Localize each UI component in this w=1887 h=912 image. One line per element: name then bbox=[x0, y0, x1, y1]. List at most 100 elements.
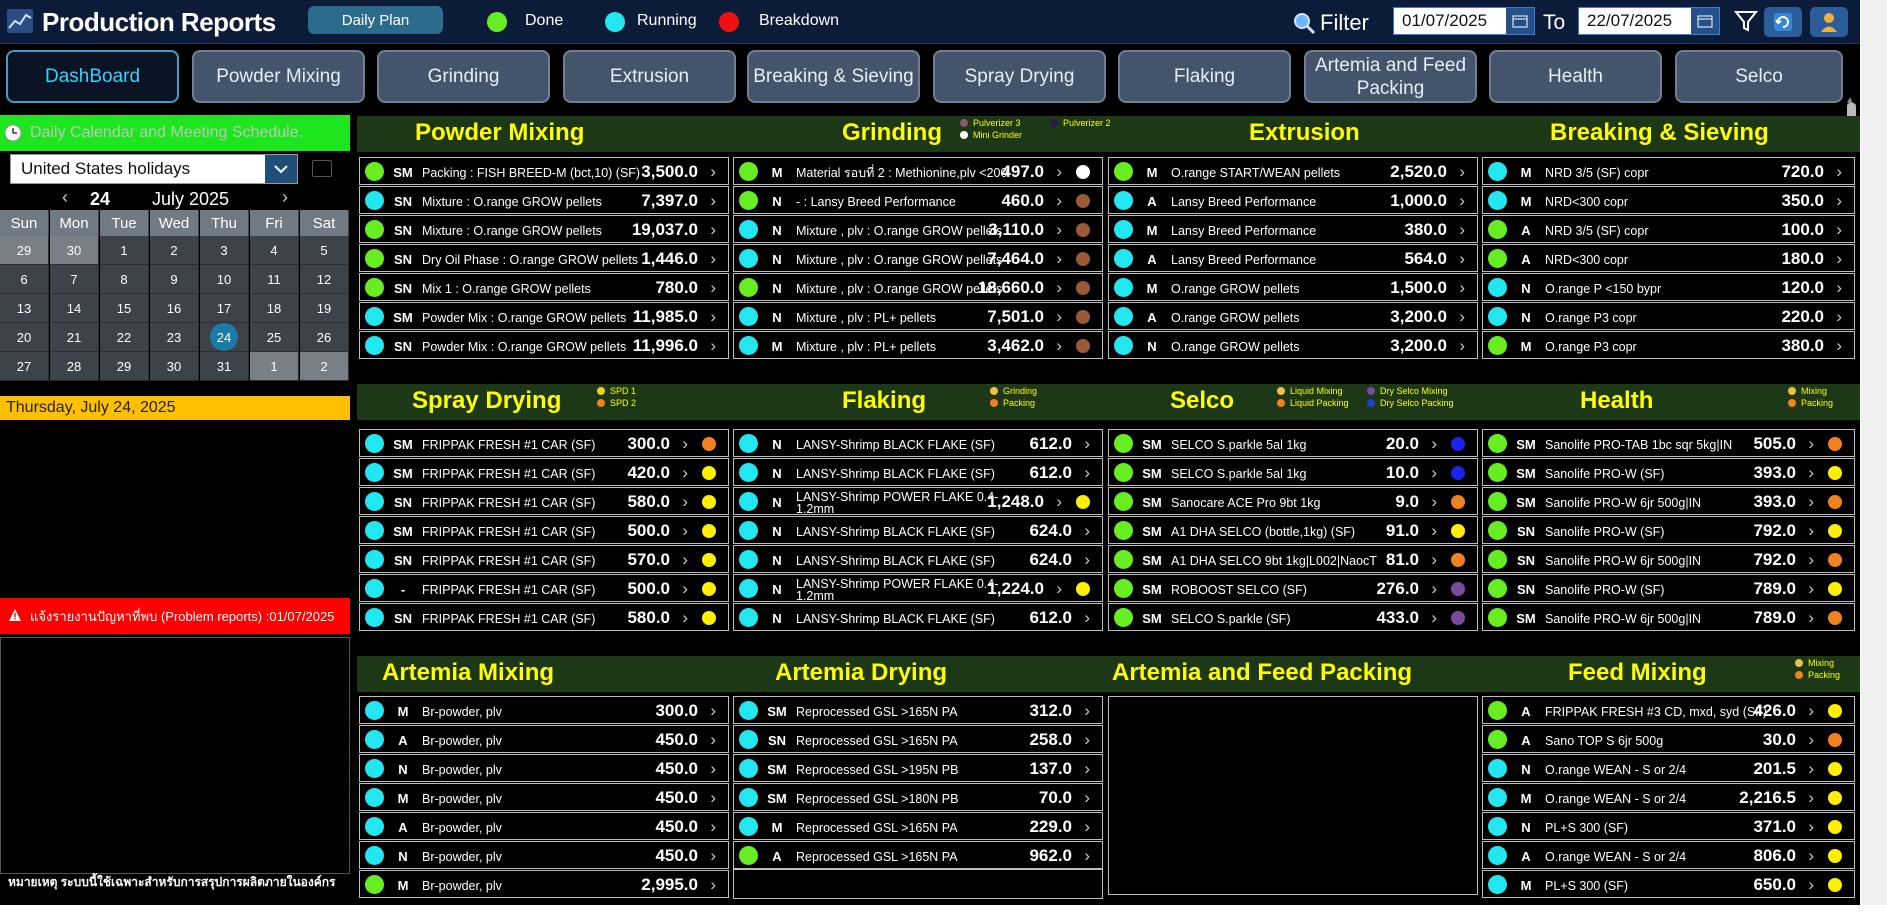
tab-dashboard[interactable]: DashBoard bbox=[6, 50, 179, 103]
production-row[interactable]: A Br-powder, plv 450.0 › bbox=[359, 725, 729, 753]
production-row[interactable]: M NRD 3/5 (SF) copr 720.0 › bbox=[1482, 157, 1855, 185]
tab-selco[interactable]: Selco bbox=[1675, 50, 1843, 103]
chevron-right-icon[interactable]: › bbox=[1808, 521, 1814, 541]
chevron-right-icon[interactable]: › bbox=[1808, 492, 1814, 512]
production-row[interactable]: M Mixture , plv : PL+ pellets 3,462.0 › bbox=[733, 331, 1103, 359]
chevron-right-icon[interactable]: › bbox=[682, 521, 688, 541]
calendar-day[interactable]: 15 bbox=[100, 294, 149, 323]
production-row[interactable]: SM SELCO S.parkle 5al 1kg 10.0 › bbox=[1108, 458, 1478, 486]
production-row[interactable]: SM Packing : FISH BREED-M (bct,10) (SF) 3,… bbox=[359, 157, 729, 185]
chevron-right-icon[interactable]: › bbox=[1808, 846, 1814, 866]
production-row[interactable]: N LANSY-Shrimp POWER FLAKE 0.4-1.2mm 1,248… bbox=[733, 487, 1103, 515]
chevron-right-icon[interactable]: › bbox=[1084, 550, 1090, 570]
chevron-right-icon[interactable]: › bbox=[1808, 608, 1814, 628]
production-row[interactable]: SN FRIPPAK FRESH #1 CAR (SF) 580.0 › bbox=[359, 487, 729, 515]
chevron-right-icon[interactable]: › bbox=[1056, 191, 1062, 211]
calendar-day[interactable]: 30 bbox=[50, 236, 99, 265]
chevron-right-icon[interactable]: › bbox=[1459, 191, 1465, 211]
chevron-right-icon[interactable]: › bbox=[1459, 162, 1465, 182]
production-row[interactable]: M NRD<300 copr 350.0 › bbox=[1482, 186, 1855, 214]
calendar-day[interactable]: 27 bbox=[0, 352, 49, 381]
production-row[interactable]: M Br-powder, plv 2,995.0 › bbox=[359, 870, 729, 898]
production-row[interactable]: N O.range WEAN - S or 2/4 201.5 › bbox=[1482, 754, 1855, 782]
chevron-right-icon[interactable]: › bbox=[1836, 162, 1842, 182]
chevron-right-icon[interactable]: › bbox=[1431, 550, 1437, 570]
chevron-right-icon[interactable]: › bbox=[1056, 492, 1062, 512]
production-row[interactable]: SM Sanolife PRO-W 6jr 500g|IN 789.0 › bbox=[1482, 603, 1855, 631]
tab-health[interactable]: Health bbox=[1489, 50, 1662, 103]
chevron-right-icon[interactable]: › bbox=[1084, 521, 1090, 541]
calendar-day[interactable]: 19 bbox=[300, 294, 349, 323]
production-row[interactable]: SM FRIPPAK FRESH #1 CAR (SF) 300.0 › bbox=[359, 429, 729, 457]
chevron-right-icon[interactable]: › bbox=[1084, 701, 1090, 721]
date-from-field[interactable]: 01/07/2025 bbox=[1393, 7, 1535, 35]
chevron-right-icon[interactable]: › bbox=[682, 579, 688, 599]
chevron-right-icon[interactable]: › bbox=[710, 817, 716, 837]
production-row[interactable]: M O.range WEAN - S or 2/4 2,216.5 › bbox=[1482, 783, 1855, 811]
calendar-day[interactable]: 13 bbox=[0, 294, 49, 323]
tab-flaking[interactable]: Flaking bbox=[1118, 50, 1291, 103]
production-row[interactable]: N O.range GROW pellets 3,200.0 › bbox=[1108, 331, 1478, 359]
chevron-right-icon[interactable]: › bbox=[710, 249, 716, 269]
calendar-day-today[interactable]: 24 bbox=[200, 323, 249, 352]
tab-powder-mixing[interactable]: Powder Mixing bbox=[192, 50, 365, 103]
production-row[interactable]: SN Sanolife PRO-W (SF) 789.0 › bbox=[1482, 574, 1855, 602]
calendar-day[interactable]: 25 bbox=[250, 323, 299, 352]
calendar-day[interactable]: 6 bbox=[0, 265, 49, 294]
calendar-day[interactable]: 12 bbox=[300, 265, 349, 294]
chevron-right-icon[interactable]: › bbox=[710, 759, 716, 779]
chevron-right-icon[interactable]: › bbox=[1808, 730, 1814, 750]
chevron-right-icon[interactable]: › bbox=[1808, 463, 1814, 483]
production-row[interactable]: SM A1 DHA SELCO 9bt 1kg|L002|NaocT 81.0 › bbox=[1108, 545, 1478, 573]
calendar-day[interactable]: 26 bbox=[300, 323, 349, 352]
production-row[interactable]: SN FRIPPAK FRESH #1 CAR (SF) 570.0 › bbox=[359, 545, 729, 573]
production-row[interactable]: N O.range P3 copr 220.0 › bbox=[1482, 302, 1855, 330]
calendar-day[interactable]: 29 bbox=[0, 236, 49, 265]
chevron-right-icon[interactable]: › bbox=[1431, 434, 1437, 454]
production-row[interactable]: SM Sanolife PRO-W 6jr 500g|IN 393.0 › bbox=[1482, 487, 1855, 515]
production-row[interactable]: SM Sanolife PRO-W (SF) 393.0 › bbox=[1482, 458, 1855, 486]
calendar-day[interactable]: 23 bbox=[150, 323, 199, 352]
date-to-field[interactable]: 22/07/2025 bbox=[1578, 7, 1720, 35]
chevron-right-icon[interactable]: › bbox=[1431, 521, 1437, 541]
chevron-right-icon[interactable]: › bbox=[710, 162, 716, 182]
chevron-right-icon[interactable]: › bbox=[1431, 492, 1437, 512]
production-row[interactable]: N O.range P <150 bypr 120.0 › bbox=[1482, 273, 1855, 301]
production-row[interactable]: SN FRIPPAK FRESH #1 CAR (SF) 580.0 › bbox=[359, 603, 729, 631]
chevron-right-icon[interactable]: › bbox=[1459, 336, 1465, 356]
chevron-right-icon[interactable]: › bbox=[1084, 608, 1090, 628]
production-row[interactable]: SM Reprocessed GSL >180N PB 70.0 › bbox=[733, 783, 1103, 811]
chevron-right-icon[interactable]: › bbox=[1084, 846, 1090, 866]
production-row[interactable]: N - : Lansy Breed Performance 460.0 › bbox=[733, 186, 1103, 214]
chevron-right-icon[interactable]: › bbox=[1808, 759, 1814, 779]
chevron-right-icon[interactable]: › bbox=[1056, 220, 1062, 240]
production-row[interactable]: N LANSY-Shrimp BLACK FLAKE (SF) 612.0 › bbox=[733, 458, 1103, 486]
production-row[interactable]: M Reprocessed GSL >165N PA 229.0 › bbox=[733, 812, 1103, 840]
production-row[interactable]: N LANSY-Shrimp BLACK FLAKE (SF) 624.0 › bbox=[733, 545, 1103, 573]
chevron-right-icon[interactable]: › bbox=[1459, 307, 1465, 327]
chevron-right-icon[interactable]: › bbox=[710, 278, 716, 298]
chevron-right-icon[interactable]: › bbox=[1431, 579, 1437, 599]
tab-extrusion[interactable]: Extrusion bbox=[563, 50, 736, 103]
chevron-down-icon[interactable] bbox=[265, 155, 297, 183]
chevron-right-icon[interactable]: › bbox=[1431, 608, 1437, 628]
chevron-right-icon[interactable]: › bbox=[1808, 817, 1814, 837]
chevron-right-icon[interactable]: › bbox=[1459, 220, 1465, 240]
chevron-right-icon[interactable]: › bbox=[1084, 730, 1090, 750]
production-row[interactable]: M Material รอบที่ 2 : Methionine,plv <200… bbox=[733, 157, 1103, 185]
chevron-right-icon[interactable]: › bbox=[1056, 278, 1062, 298]
chevron-right-icon[interactable]: › bbox=[1808, 579, 1814, 599]
calendar-day[interactable]: 16 bbox=[150, 294, 199, 323]
calendar-day[interactable]: 2 bbox=[300, 352, 349, 381]
calendar-day[interactable]: 11 bbox=[250, 265, 299, 294]
chevron-right-icon[interactable]: › bbox=[1084, 788, 1090, 808]
production-row[interactable]: A O.range GROW pellets 3,200.0 › bbox=[1108, 302, 1478, 330]
tab-breaking-sieving[interactable]: Breaking & Sieving bbox=[747, 50, 920, 103]
chevron-right-icon[interactable]: › bbox=[710, 846, 716, 866]
production-row[interactable]: SN Sanolife PRO-W (SF) 792.0 › bbox=[1482, 516, 1855, 544]
chevron-right-icon[interactable]: › bbox=[1836, 307, 1842, 327]
production-row[interactable]: - FRIPPAK FRESH #1 CAR (SF) 500.0 › bbox=[359, 574, 729, 602]
calendar-day[interactable]: 18 bbox=[250, 294, 299, 323]
chevron-right-icon[interactable]: › bbox=[1056, 307, 1062, 327]
refresh-button[interactable] bbox=[1764, 7, 1802, 37]
